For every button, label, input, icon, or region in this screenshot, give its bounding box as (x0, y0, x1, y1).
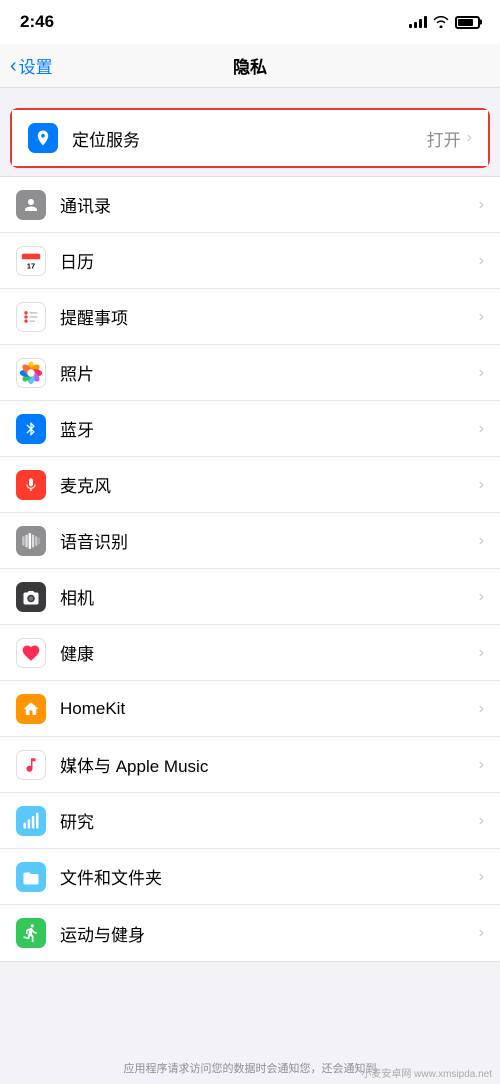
homekit-item[interactable]: HomeKit › (0, 681, 500, 737)
files-icon (16, 862, 46, 892)
back-chevron-icon: ‹ (10, 56, 17, 76)
fitness-svg-icon (21, 923, 41, 943)
music-icon (16, 750, 46, 780)
health-item[interactable]: 健康 › (0, 625, 500, 681)
fitness-label: 运动与健身 (60, 921, 479, 946)
music-svg-icon (22, 756, 40, 774)
location-services-item[interactable]: 定位服务 打开 › (12, 110, 488, 166)
microphone-item[interactable]: 麦克风 › (0, 457, 500, 513)
photos-icon (16, 358, 46, 388)
files-item[interactable]: 文件和文件夹 › (0, 849, 500, 905)
location-services-highlighted: 定位服务 打开 › (10, 108, 490, 168)
status-time: 2:46 (20, 12, 54, 32)
nav-bar: ‹ 设置 隐私 (0, 44, 500, 88)
location-svg-icon (34, 129, 52, 147)
speech-svg-icon (21, 533, 41, 549)
contacts-item[interactable]: 通讯录 › (0, 177, 500, 233)
location-icon (28, 123, 58, 153)
camera-icon (16, 582, 46, 612)
speech-label: 语音识别 (60, 528, 479, 553)
photos-svg-icon (17, 358, 45, 388)
bluetooth-chevron-icon: › (479, 420, 484, 438)
reminders-icon (16, 302, 46, 332)
media-chevron-icon: › (479, 756, 484, 774)
fitness-icon (16, 918, 46, 948)
contacts-chevron-icon: › (479, 196, 484, 214)
files-chevron-icon: › (479, 868, 484, 886)
reminders-chevron-icon: › (479, 308, 484, 326)
microphone-chevron-icon: › (479, 476, 484, 494)
media-label: 媒体与 Apple Music (60, 752, 479, 777)
files-label: 文件和文件夹 (60, 864, 479, 889)
content-area: 定位服务 打开 › 通讯录 › 17 (0, 88, 500, 978)
speech-chevron-icon: › (479, 532, 484, 550)
svg-text:17: 17 (27, 261, 35, 270)
camera-chevron-icon: › (479, 588, 484, 606)
research-chevron-icon: › (479, 812, 484, 830)
privacy-list: 通讯录 › 17 日历 › (0, 176, 500, 962)
location-label: 定位服务 (72, 126, 427, 151)
bluetooth-item[interactable]: 蓝牙 › (0, 401, 500, 457)
health-svg-icon (21, 643, 41, 663)
photos-chevron-icon: › (479, 364, 484, 382)
homekit-chevron-icon: › (479, 700, 484, 718)
health-icon (16, 638, 46, 668)
microphone-label: 麦克风 (60, 472, 479, 497)
contacts-icon (16, 190, 46, 220)
battery-icon (455, 16, 480, 29)
status-icons (409, 16, 480, 29)
reminders-svg-icon (21, 307, 41, 327)
research-svg-icon (21, 811, 41, 831)
research-item[interactable]: 研究 › (0, 793, 500, 849)
health-label: 健康 (60, 640, 479, 665)
contacts-svg-icon (22, 196, 40, 214)
speech-icon (16, 526, 46, 556)
location-chevron-icon: › (467, 129, 472, 147)
signal-icon (409, 16, 427, 28)
bluetooth-icon (16, 414, 46, 444)
contacts-label: 通讯录 (60, 192, 479, 217)
speech-item[interactable]: 语音识别 › (0, 513, 500, 569)
homekit-icon (16, 694, 46, 724)
reminders-item[interactable]: 提醒事项 › (0, 289, 500, 345)
calendar-item[interactable]: 17 日历 › (0, 233, 500, 289)
watermark-text: 小麦安卓网 www.xmsipda.net (361, 1065, 492, 1080)
photos-item[interactable]: 照片 › (0, 345, 500, 401)
research-icon (16, 806, 46, 836)
camera-label: 相机 (60, 584, 479, 609)
calendar-chevron-icon: › (479, 252, 484, 270)
calendar-label: 日历 (60, 248, 479, 273)
status-bar: 2:46 (0, 0, 500, 44)
calendar-svg-icon: 17 (20, 250, 42, 272)
fitness-item[interactable]: 运动与健身 › (0, 905, 500, 961)
media-item[interactable]: 媒体与 Apple Music › (0, 737, 500, 793)
reminders-label: 提醒事项 (60, 304, 479, 329)
page-title: 隐私 (233, 53, 267, 78)
research-label: 研究 (60, 808, 479, 833)
camera-item[interactable]: 相机 › (0, 569, 500, 625)
microphone-icon (16, 470, 46, 500)
photos-label: 照片 (60, 360, 479, 385)
files-svg-icon (22, 869, 40, 885)
wifi-icon (433, 16, 449, 28)
back-button[interactable]: ‹ 设置 (10, 53, 53, 78)
homekit-label: HomeKit (60, 699, 479, 719)
health-chevron-icon: › (479, 644, 484, 662)
back-label: 设置 (19, 53, 53, 78)
microphone-svg-icon (23, 476, 39, 494)
bluetooth-svg-icon (23, 420, 39, 438)
homekit-svg-icon (22, 700, 40, 718)
location-value: 打开 (427, 126, 461, 151)
calendar-icon: 17 (16, 246, 46, 276)
bluetooth-label: 蓝牙 (60, 416, 479, 441)
fitness-chevron-icon: › (479, 924, 484, 942)
camera-svg-icon (22, 589, 40, 605)
